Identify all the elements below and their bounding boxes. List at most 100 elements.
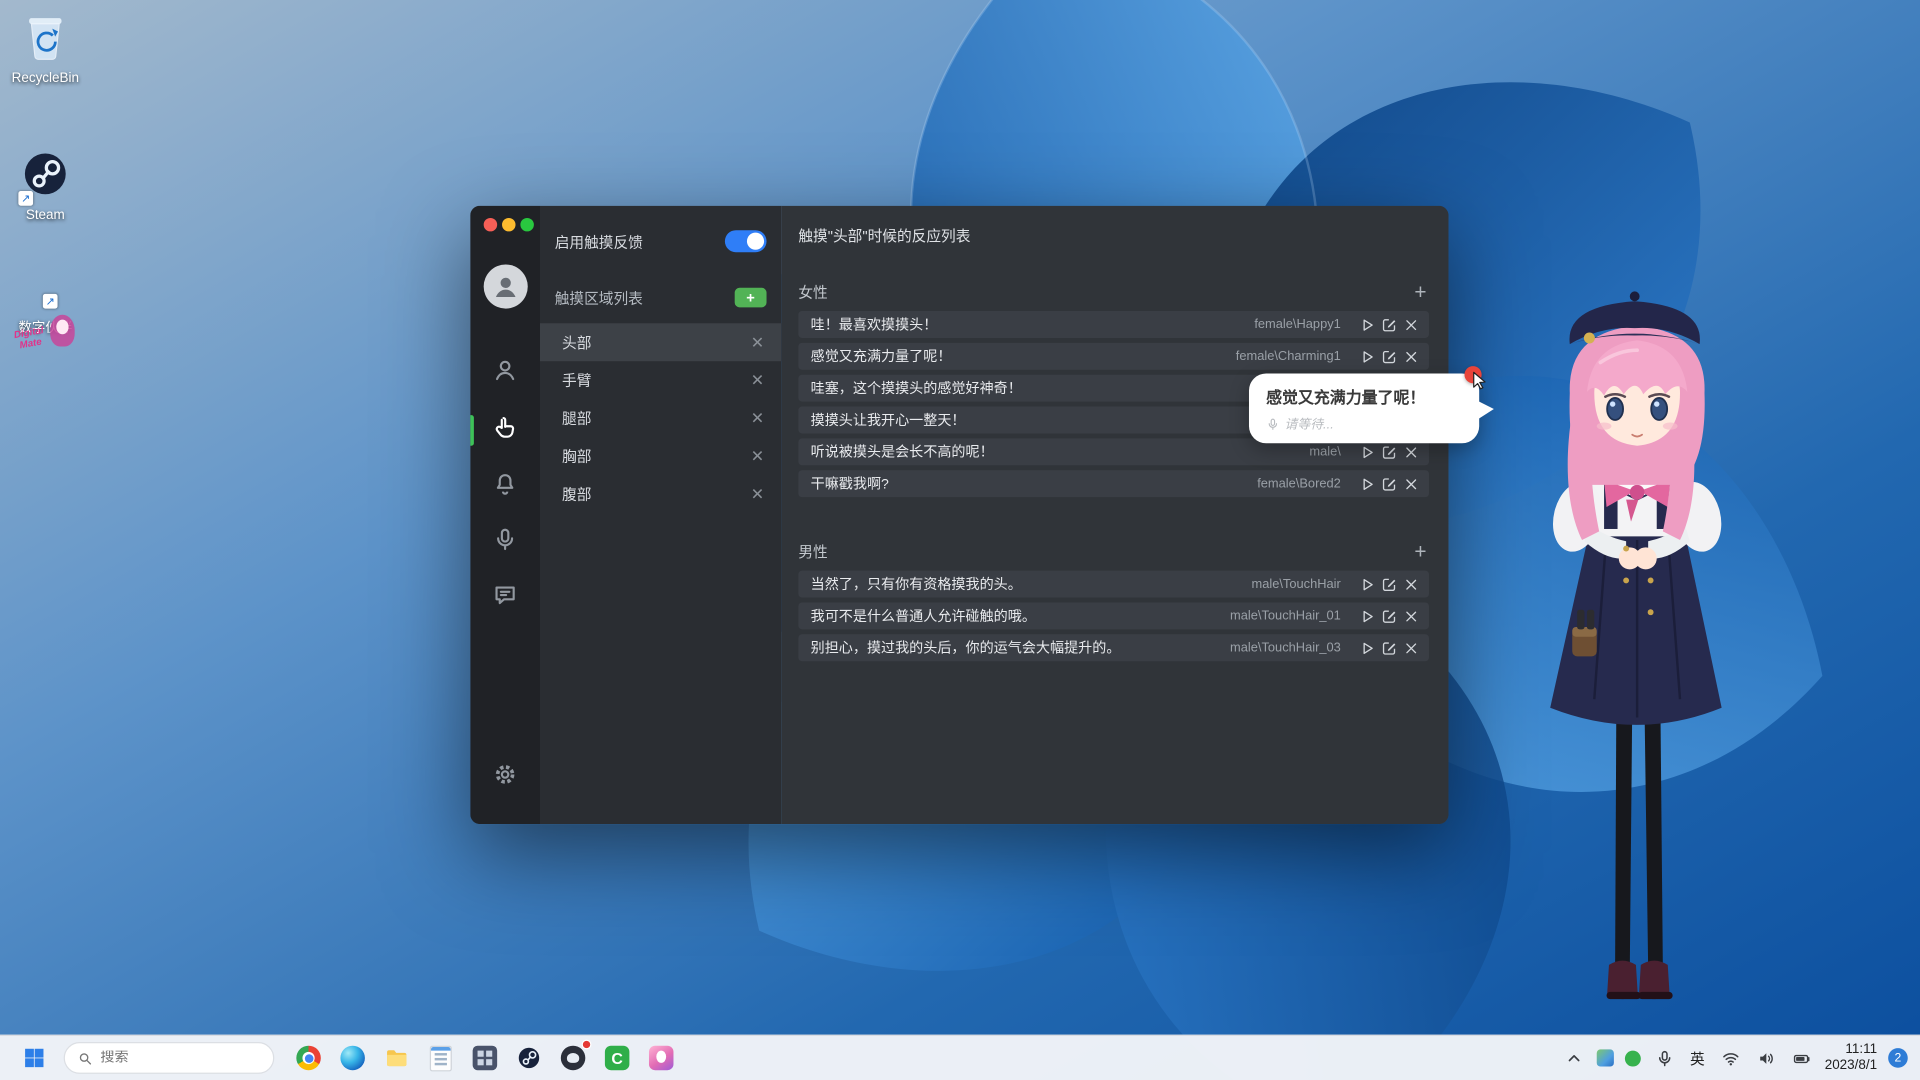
reaction-voice-tag: female\Bored2: [1257, 476, 1341, 492]
edit-button[interactable]: [1378, 441, 1400, 463]
tray-chevron-icon[interactable]: [1561, 1043, 1585, 1072]
area-item-chest[interactable]: 胸部 ✕: [540, 437, 781, 475]
reaction-row[interactable]: 感觉又充满力量了呢！ female\Charming1: [798, 342, 1429, 370]
recycle-bin-icon: [24, 10, 66, 68]
wifi-icon[interactable]: [1718, 1043, 1742, 1072]
area-item-head[interactable]: 头部 ✕: [540, 323, 782, 362]
edit-button[interactable]: [1378, 573, 1400, 595]
reaction-text: 别担心，摸过我的头后，你的运气会大幅提升的。: [810, 641, 1121, 657]
notification-count-badge[interactable]: 2: [1888, 1048, 1908, 1068]
reaction-voice-tag: female\Happy1: [1254, 317, 1341, 332]
taskbar-search[interactable]: [63, 1042, 275, 1074]
close-window-button[interactable]: [483, 217, 498, 232]
area-item-belly[interactable]: 腹部 ✕: [540, 475, 781, 513]
notepad-icon[interactable]: [424, 1041, 458, 1075]
delete-button[interactable]: [1400, 605, 1422, 627]
remove-area-button[interactable]: ✕: [751, 448, 764, 464]
add-area-button[interactable]: +: [734, 287, 767, 308]
volume-icon[interactable]: [1754, 1043, 1778, 1072]
sidebar-rail: [470, 205, 541, 825]
edit-button[interactable]: [1378, 605, 1400, 627]
desktop-icon-digital-mate[interactable]: Digital Mate ↗ 数字伙伴: [0, 291, 91, 351]
area-list-label: 触摸区域列表: [554, 289, 643, 307]
edit-button[interactable]: [1378, 345, 1400, 367]
sidebar-item-chat[interactable]: [470, 582, 540, 608]
ime-indicator[interactable]: 英: [1688, 1048, 1708, 1069]
minimize-window-button[interactable]: [502, 217, 516, 232]
reaction-row[interactable]: 别担心，摸过我的头后，你的运气会大幅提升的。 male\TouchHair_03: [798, 634, 1429, 662]
clock[interactable]: 11:11 2023/8/1: [1825, 1042, 1877, 1074]
tray-microphone-icon[interactable]: [1652, 1043, 1676, 1072]
enable-feedback-label: 启用触摸反馈: [554, 233, 643, 251]
play-button[interactable]: [1356, 637, 1378, 659]
file-explorer-icon[interactable]: [380, 1041, 414, 1075]
app-window: 启用触摸反馈 触摸区域列表 + 头部 ✕ 手臂 ✕ 腿部 ✕ 胸部 ✕ 腹部 ✕…: [470, 205, 1449, 825]
male-reaction-rows: 当然了，只有你有资格摸我的头。 male\TouchHair 我可不是什么普通人…: [798, 570, 1429, 662]
delete-button[interactable]: [1400, 473, 1422, 495]
mouse-cursor: [1469, 370, 1490, 391]
notification-dot: [581, 1039, 592, 1050]
anime-character[interactable]: [1509, 277, 1754, 1034]
play-button[interactable]: [1356, 313, 1378, 335]
maximize-window-button[interactable]: [520, 217, 534, 232]
steam-icon: ↗: [18, 149, 70, 206]
chrome-icon[interactable]: [291, 1041, 325, 1075]
bell-icon: [492, 471, 518, 497]
sidebar-item-profile[interactable]: [470, 264, 540, 309]
pinned-apps: C: [291, 1039, 678, 1075]
edge-icon[interactable]: [336, 1041, 370, 1075]
area-item-arm[interactable]: 手臂 ✕: [540, 361, 781, 399]
add-female-reaction-button[interactable]: +: [1412, 281, 1429, 302]
sidebar-item-character[interactable]: [470, 358, 540, 384]
reaction-row[interactable]: 我可不是什么普通人允许碰触的哦。 male\TouchHair_01: [798, 602, 1429, 630]
edit-button[interactable]: [1378, 473, 1400, 495]
digital-mate-taskbar-icon[interactable]: [644, 1041, 678, 1075]
remove-area-button[interactable]: ✕: [751, 372, 764, 388]
start-button[interactable]: [17, 1041, 51, 1075]
remove-area-button[interactable]: ✕: [751, 486, 764, 502]
area-item-leg[interactable]: 腿部 ✕: [540, 399, 781, 437]
system-tray: 英 11:11 2023/8/1 2: [1561, 1042, 1920, 1074]
area-label: 腿部: [562, 410, 592, 428]
play-button[interactable]: [1356, 441, 1378, 463]
play-button[interactable]: [1356, 473, 1378, 495]
messenger-app-icon[interactable]: [556, 1039, 592, 1075]
app-grid-icon[interactable]: [468, 1041, 502, 1075]
enable-feedback-toggle[interactable]: [724, 230, 767, 253]
reaction-voice-tag: male\: [1309, 444, 1341, 460]
search-input[interactable]: [100, 1050, 261, 1066]
add-male-reaction-button[interactable]: +: [1412, 541, 1429, 562]
steam-taskbar-icon[interactable]: [512, 1041, 546, 1075]
battery-icon[interactable]: [1789, 1043, 1813, 1072]
sidebar-item-settings[interactable]: [470, 762, 540, 788]
reaction-row[interactable]: 当然了，只有你有资格摸我的头。 male\TouchHair: [798, 570, 1429, 598]
delete-button[interactable]: [1400, 441, 1422, 463]
delete-button[interactable]: [1400, 313, 1422, 335]
sidebar-item-notifications[interactable]: [470, 471, 540, 497]
female-section-header: 女性: [798, 283, 828, 301]
delete-button[interactable]: [1400, 573, 1422, 595]
delete-button[interactable]: [1400, 345, 1422, 367]
play-button[interactable]: [1356, 573, 1378, 595]
tray-app-icon[interactable]: [1596, 1049, 1615, 1067]
c-app-icon[interactable]: C: [600, 1041, 634, 1075]
reaction-row[interactable]: 干嘛戳我啊? female\Bored2: [798, 470, 1429, 498]
remove-area-button[interactable]: ✕: [751, 410, 764, 426]
play-button[interactable]: [1356, 605, 1378, 627]
remove-area-button[interactable]: ✕: [751, 334, 764, 350]
reaction-row[interactable]: 哇！最喜欢摸摸头！ female\Happy1: [798, 311, 1429, 338]
reaction-voice-tag: female\Charming1: [1235, 348, 1341, 364]
date: 2023/8/1: [1824, 1057, 1878, 1073]
desktop-icon-steam[interactable]: ↗ Steam: [0, 149, 91, 223]
edit-button[interactable]: [1378, 313, 1400, 335]
edit-button[interactable]: [1378, 637, 1400, 659]
play-button[interactable]: [1356, 345, 1378, 367]
sidebar-item-touch[interactable]: [470, 415, 540, 441]
desktop-icon-label: Steam: [25, 208, 65, 223]
reaction-text: 感觉又充满力量了呢！: [810, 350, 952, 365]
delete-button[interactable]: [1400, 637, 1422, 659]
tray-green-app-icon[interactable]: [1625, 1050, 1642, 1066]
reaction-list-main: 触摸"头部"时候的反应列表 女性 + 哇！最喜欢摸摸头！ female\Happ…: [781, 205, 1449, 825]
sidebar-item-voice[interactable]: [470, 527, 540, 553]
desktop-icon-recycle-bin[interactable]: RecycleBin: [0, 10, 91, 86]
